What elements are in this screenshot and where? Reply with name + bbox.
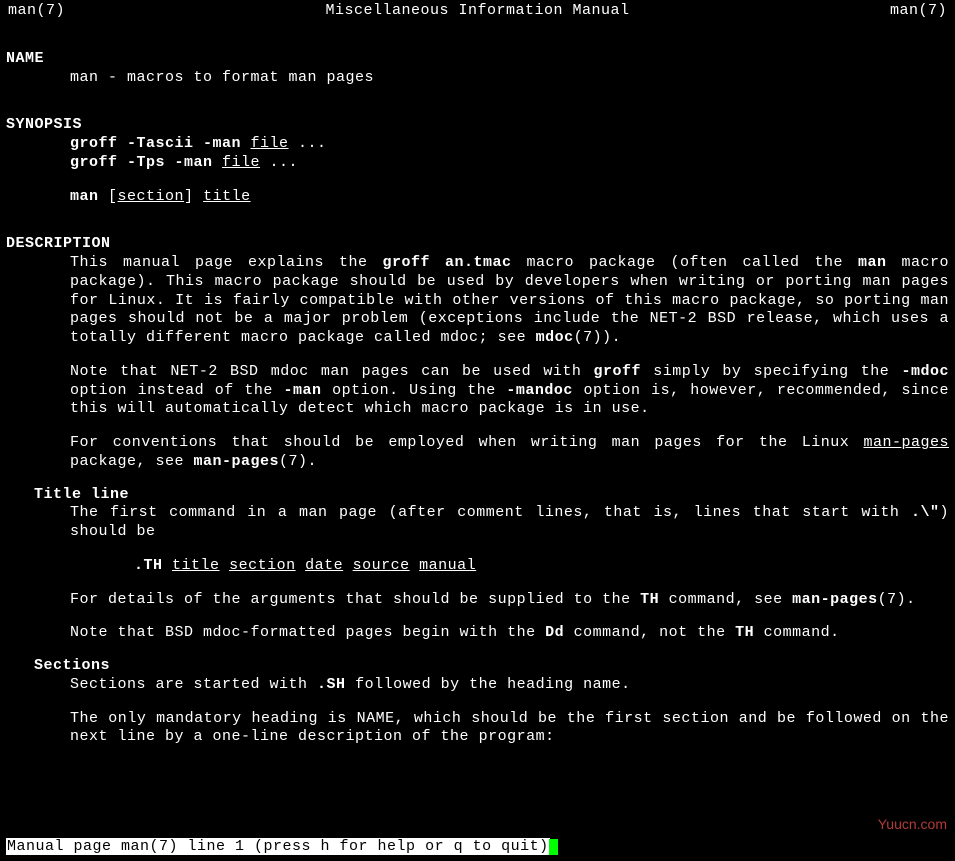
desc-p2b: simply by specifying the: [641, 363, 901, 380]
synopsis-rest-2: ...: [260, 154, 298, 171]
watermark-text: Yuucn.com: [878, 816, 947, 834]
desc-man-opt: -man: [283, 382, 321, 399]
synopsis-cmd-2: groff -Tps -man: [70, 154, 222, 171]
titleline-para-3: Note that BSD mdoc-formatted pages begin…: [6, 624, 949, 643]
th-date: date: [305, 557, 343, 574]
th-source: source: [353, 557, 410, 574]
tl-th-bold: TH: [640, 591, 659, 608]
tl-escape: .\": [911, 504, 940, 521]
desc-p2c: option instead of the: [70, 382, 283, 399]
tl-dd-bold: Dd: [545, 624, 564, 641]
synopsis-rest-1: ...: [289, 135, 327, 152]
sec-p1b: followed by the heading name.: [346, 676, 631, 693]
th-cmd: .TH: [134, 557, 163, 574]
desc-manpages-link: man-pages: [863, 434, 949, 451]
manpage-content: man(7) Miscellaneous Information Manual …: [0, 0, 955, 747]
man-page-terminal[interactable]: man(7) Miscellaneous Information Manual …: [0, 0, 955, 861]
tl-p2c: (7).: [878, 591, 916, 608]
section-name-heading: NAME: [6, 50, 949, 69]
pager-status-bar: Manual page man(7) line 1 (press h for h…: [6, 838, 558, 857]
desc-p2d: option. Using the: [321, 382, 506, 399]
description-para-2: Note that NET-2 BSD mdoc man pages can b…: [6, 363, 949, 419]
subsection-titleline-heading: Title line: [6, 486, 949, 505]
desc-groff-bold: groff: [594, 363, 642, 380]
desc-p3c: (7).: [279, 453, 317, 470]
page-header: man(7) Miscellaneous Information Manual …: [6, 2, 949, 21]
description-para-1: This manual page explains the groff an.t…: [6, 254, 949, 348]
desc-groff-antmac: groff an.tmac: [382, 254, 511, 271]
titleline-para-2: For details of the arguments that should…: [6, 591, 949, 610]
tl-p3c: command.: [754, 624, 840, 641]
header-left: man(7): [8, 2, 65, 21]
terminal-cursor: [549, 839, 558, 855]
desc-manpages-ref: man-pages: [194, 453, 280, 470]
desc-p2a: Note that NET-2 BSD mdoc man pages can b…: [70, 363, 594, 380]
desc-p3a: For conventions that should be employed …: [70, 434, 863, 451]
th-title: title: [172, 557, 220, 574]
synopsis-line-2: groff -Tps -man file ...: [6, 154, 949, 173]
th-section: section: [229, 557, 296, 574]
synopsis-cmd-1: groff -Tascii -man: [70, 135, 251, 152]
desc-p1b: macro package (often called the: [512, 254, 858, 271]
desc-p3b: package, see: [70, 453, 194, 470]
synopsis-file-2: file: [222, 154, 260, 171]
section-description-heading: DESCRIPTION: [6, 235, 949, 254]
desc-man-bold: man: [858, 254, 887, 271]
synopsis-section: section: [118, 188, 185, 205]
titleline-para-1: The first command in a man page (after c…: [6, 504, 949, 542]
name-line: man - macros to format man pages: [6, 69, 949, 88]
pager-status-text: Manual page man(7) line 1 (press h for h…: [6, 838, 550, 855]
sections-para-2: The only mandatory heading is NAME, whic…: [6, 710, 949, 748]
tl-manpages-ref: man-pages: [792, 591, 878, 608]
synopsis-cmd-3: man: [70, 188, 99, 205]
th-manual: manual: [419, 557, 476, 574]
header-center: Miscellaneous Information Manual: [325, 2, 629, 21]
sec-p1a: Sections are started with: [70, 676, 317, 693]
sections-para-1: Sections are started with .SH followed b…: [6, 676, 949, 695]
synopsis-title: title: [203, 188, 251, 205]
th-command-line: .TH title section date source manual: [6, 557, 949, 576]
sec-sh-bold: .SH: [317, 676, 346, 693]
synopsis-file-1: file: [251, 135, 289, 152]
description-para-3: For conventions that should be employed …: [6, 434, 949, 472]
tl-p3b: command, not the: [564, 624, 735, 641]
synopsis-line-1: groff -Tascii -man file ...: [6, 135, 949, 154]
subsection-sections-heading: Sections: [6, 657, 949, 676]
section-synopsis-heading: SYNOPSIS: [6, 116, 949, 135]
desc-p1d: (7)).: [574, 329, 622, 346]
desc-mandoc-opt: -mandoc: [506, 382, 573, 399]
synopsis-sp2: ]: [184, 188, 203, 205]
desc-p1a: This manual page explains the: [70, 254, 382, 271]
tl-p3a: Note that BSD mdoc-formatted pages begin…: [70, 624, 545, 641]
header-right: man(7): [890, 2, 947, 21]
synopsis-line-3: man [section] title: [6, 188, 949, 207]
desc-mdoc-ref: mdoc: [536, 329, 574, 346]
tl-p1a: The first command in a man page (after c…: [70, 504, 911, 521]
tl-p2b: command, see: [659, 591, 792, 608]
synopsis-sp1: [: [99, 188, 118, 205]
tl-th-bold-2: TH: [735, 624, 754, 641]
tl-p2a: For details of the arguments that should…: [70, 591, 640, 608]
desc-mdoc-opt: -mdoc: [901, 363, 949, 380]
